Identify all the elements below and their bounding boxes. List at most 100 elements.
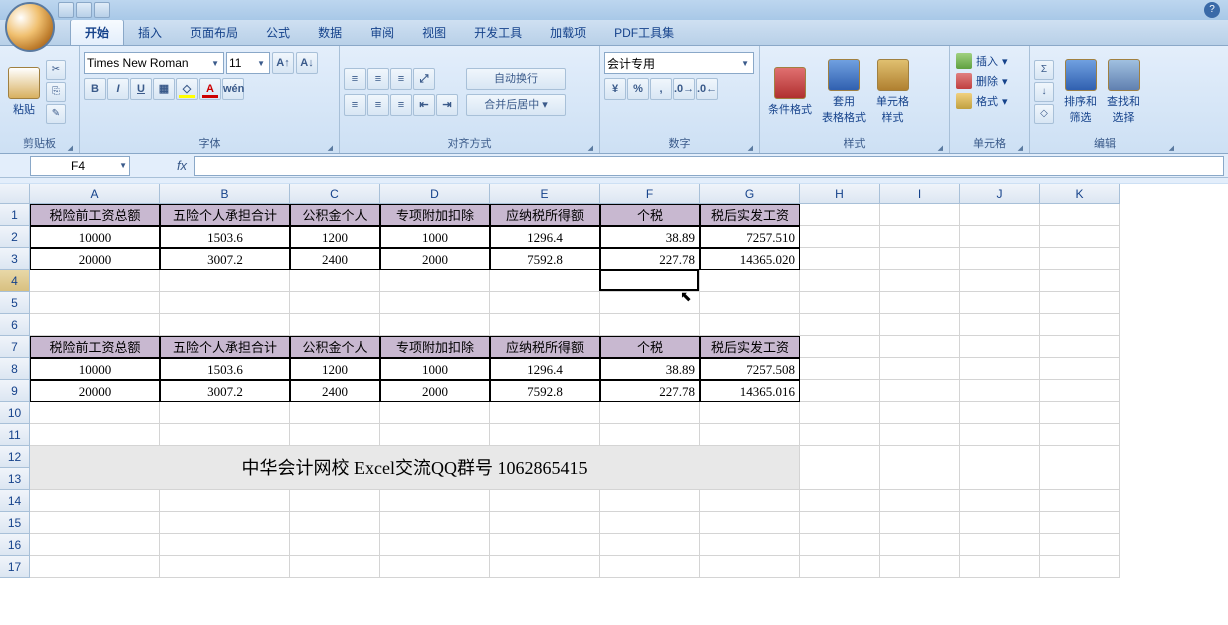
cell[interactable]: 1200: [290, 358, 380, 380]
cell[interactable]: [960, 490, 1040, 512]
cell[interactable]: 公积金个人: [290, 204, 380, 226]
spreadsheet-grid[interactable]: ABCDEFGHIJK 1234567891011121314151617 税险…: [0, 184, 1228, 625]
cell[interactable]: [800, 270, 880, 292]
cell[interactable]: [960, 314, 1040, 336]
cell[interactable]: [960, 380, 1040, 402]
tab-home[interactable]: 开始: [70, 19, 124, 45]
align-center-icon[interactable]: ≡: [367, 94, 389, 116]
cell[interactable]: 7257.508: [700, 358, 800, 380]
cell[interactable]: 1000: [380, 226, 490, 248]
wrap-text-button[interactable]: 自动换行: [466, 68, 566, 90]
cell[interactable]: [380, 402, 490, 424]
cell[interactable]: [960, 358, 1040, 380]
cell[interactable]: 7592.8: [490, 248, 600, 270]
decrease-indent-icon[interactable]: ⇤: [413, 94, 435, 116]
font-name-combo[interactable]: ▼: [84, 52, 224, 74]
formula-input[interactable]: [194, 156, 1224, 176]
name-box[interactable]: F4 ▼: [30, 156, 130, 176]
cell[interactable]: [1040, 424, 1120, 446]
row-header-17[interactable]: 17: [0, 556, 30, 578]
cell[interactable]: 税险前工资总额: [30, 204, 160, 226]
cell[interactable]: [490, 490, 600, 512]
cell[interactable]: 税险前工资总额: [30, 336, 160, 358]
row-header-9[interactable]: 9: [0, 380, 30, 402]
increase-decimal-icon[interactable]: .0→: [673, 78, 695, 100]
cell[interactable]: [960, 204, 1040, 226]
cell[interactable]: [800, 248, 880, 270]
cell[interactable]: 1296.4: [490, 358, 600, 380]
cell[interactable]: 14365.020: [700, 248, 800, 270]
cell[interactable]: [880, 314, 960, 336]
cell[interactable]: 7592.8: [490, 380, 600, 402]
cell[interactable]: 20000: [30, 248, 160, 270]
qat-undo-icon[interactable]: [76, 2, 92, 18]
cell[interactable]: [1040, 402, 1120, 424]
row-header-14[interactable]: 14: [0, 490, 30, 512]
cell[interactable]: 1296.4: [490, 226, 600, 248]
cell[interactable]: [880, 336, 960, 358]
cell[interactable]: [880, 292, 960, 314]
column-header-B[interactable]: B: [160, 184, 290, 204]
copy-icon[interactable]: ⎘: [46, 82, 66, 102]
tab-insert[interactable]: 插入: [124, 20, 176, 45]
cell[interactable]: [160, 490, 290, 512]
cell[interactable]: 2000: [380, 380, 490, 402]
qat-save-icon[interactable]: [58, 2, 74, 18]
fill-icon[interactable]: ↓: [1034, 82, 1054, 102]
cell[interactable]: [1040, 226, 1120, 248]
cell[interactable]: [490, 424, 600, 446]
cell[interactable]: [880, 402, 960, 424]
cell[interactable]: [30, 292, 160, 314]
cell[interactable]: [600, 314, 700, 336]
row-header-1[interactable]: 1: [0, 204, 30, 226]
find-select-button[interactable]: 查找和 选择: [1103, 57, 1144, 127]
cell[interactable]: [1040, 556, 1120, 578]
cell[interactable]: 五险个人承担合计: [160, 204, 290, 226]
cell[interactable]: [600, 292, 700, 314]
align-right-icon[interactable]: ≡: [390, 94, 412, 116]
cell[interactable]: [290, 270, 380, 292]
cell[interactable]: [700, 556, 800, 578]
cell[interactable]: [290, 292, 380, 314]
cell[interactable]: [880, 446, 960, 490]
cell[interactable]: [600, 424, 700, 446]
cell[interactable]: [800, 336, 880, 358]
cell[interactable]: [800, 292, 880, 314]
column-header-E[interactable]: E: [490, 184, 600, 204]
cell[interactable]: [490, 314, 600, 336]
paste-button[interactable]: 粘贴: [4, 65, 44, 119]
cell[interactable]: [700, 534, 800, 556]
cell[interactable]: [700, 292, 800, 314]
cell[interactable]: [880, 512, 960, 534]
cell[interactable]: [800, 402, 880, 424]
cell[interactable]: [30, 534, 160, 556]
font-name-input[interactable]: [87, 56, 209, 70]
decrease-font-icon[interactable]: A↓: [296, 52, 318, 74]
number-format-input[interactable]: [607, 56, 739, 70]
cell[interactable]: [160, 292, 290, 314]
cell[interactable]: [880, 556, 960, 578]
row-header-16[interactable]: 16: [0, 534, 30, 556]
cell[interactable]: 五险个人承担合计: [160, 336, 290, 358]
cell[interactable]: [700, 512, 800, 534]
tab-formulas[interactable]: 公式: [252, 20, 304, 45]
cell[interactable]: [290, 314, 380, 336]
cell[interactable]: [800, 534, 880, 556]
office-button[interactable]: [5, 2, 55, 52]
underline-button[interactable]: U: [130, 78, 152, 100]
cell[interactable]: [960, 292, 1040, 314]
chevron-down-icon[interactable]: ▼: [209, 59, 221, 68]
cell[interactable]: [490, 534, 600, 556]
align-top-icon[interactable]: ≡: [344, 68, 366, 90]
cell[interactable]: [290, 556, 380, 578]
cell[interactable]: 20000: [30, 380, 160, 402]
percent-icon[interactable]: %: [627, 78, 649, 100]
cell[interactable]: [1040, 314, 1120, 336]
align-bottom-icon[interactable]: ≡: [390, 68, 412, 90]
column-header-J[interactable]: J: [960, 184, 1040, 204]
column-header-G[interactable]: G: [700, 184, 800, 204]
cell[interactable]: [490, 556, 600, 578]
cell[interactable]: [160, 270, 290, 292]
format-painter-icon[interactable]: ✎: [46, 104, 66, 124]
cell[interactable]: [490, 402, 600, 424]
